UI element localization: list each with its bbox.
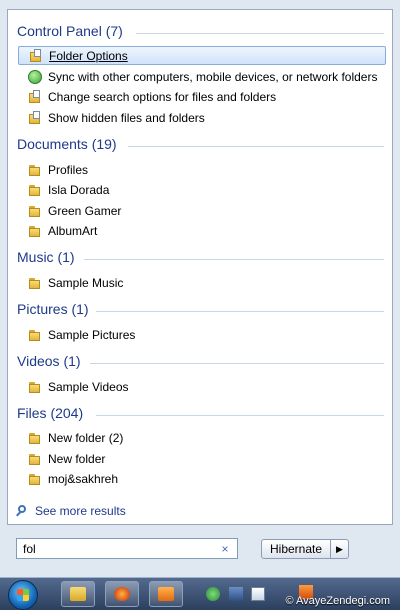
watermark: © AvayeZendegi.com — [285, 595, 390, 607]
folder-icon — [28, 276, 42, 290]
folder-options-icon — [28, 110, 42, 125]
clear-search-icon[interactable]: × — [217, 542, 233, 556]
taskbar: © AvayeZendegi.com — [0, 577, 400, 610]
result-new-folder[interactable]: New folder — [18, 449, 386, 468]
result-label: Sample Videos — [48, 379, 129, 394]
group-header-control-panel[interactable]: Control Panel (7) — [17, 23, 123, 39]
see-more-label: See more results — [35, 504, 126, 518]
folder-icon — [28, 328, 42, 342]
group-header-files[interactable]: Files (204) — [17, 405, 83, 421]
sync-icon — [28, 69, 42, 84]
taskbar-firefox-button[interactable] — [105, 581, 139, 607]
result-label: AlbumArt — [48, 223, 98, 238]
result-folder-options[interactable]: Folder Options — [18, 46, 386, 65]
group-divider — [96, 311, 384, 312]
taskbar-explorer-button[interactable] — [61, 581, 95, 607]
group-divider — [90, 363, 384, 364]
group-header-videos[interactable]: Videos (1) — [17, 353, 81, 369]
result-label: Profiles — [48, 162, 89, 177]
group-header-music[interactable]: Music (1) — [17, 249, 75, 265]
folder-icon — [28, 380, 42, 394]
result-show-hidden-files[interactable]: Show hidden files and folders — [18, 108, 386, 127]
result-label: New folder — [48, 451, 106, 466]
result-isla-dorada[interactable]: Isla Dorada — [18, 180, 386, 199]
result-sync-center[interactable]: Sync with other computers, mobile device… — [18, 67, 386, 86]
notepad-tray-icon[interactable] — [251, 587, 265, 601]
search-results-pane: Control Panel (7) Folder Options Sync wi… — [7, 9, 393, 525]
folder-options-icon — [29, 48, 43, 63]
explorer-icon — [70, 587, 86, 601]
search-box[interactable]: × — [16, 538, 238, 559]
result-sample-pictures[interactable]: Sample Pictures — [18, 325, 386, 344]
result-label: Isla Dorada — [48, 182, 110, 197]
network-sync-tray-icon[interactable] — [206, 587, 220, 601]
result-sample-videos[interactable]: Sample Videos — [18, 377, 386, 396]
result-label: Show hidden files and folders — [48, 110, 205, 125]
folder-options-icon — [28, 89, 42, 104]
result-profiles[interactable]: Profiles — [18, 160, 386, 179]
folder-icon — [28, 204, 42, 218]
folder-icon — [28, 224, 42, 238]
folder-icon — [28, 431, 42, 445]
group-divider — [84, 259, 384, 260]
result-label: moj&sakhreh — [48, 471, 119, 486]
group-divider — [136, 33, 384, 34]
result-moj-sakhreh[interactable]: moj&sakhreh — [18, 469, 386, 488]
result-label: Change search options for files and fold… — [48, 89, 277, 104]
result-label: Folder Options — [49, 48, 128, 63]
start-button[interactable] — [8, 580, 38, 610]
search-input[interactable] — [23, 541, 217, 556]
folder-icon — [28, 452, 42, 466]
group-divider — [128, 146, 384, 147]
result-new-folder-2[interactable]: New folder (2) — [18, 428, 386, 447]
result-label: Sample Pictures — [48, 327, 136, 342]
app-tray-icon[interactable] — [229, 587, 243, 601]
result-label: Sample Music — [48, 275, 124, 290]
folder-icon — [28, 472, 42, 486]
result-change-search-options[interactable]: Change search options for files and fold… — [18, 87, 386, 106]
result-albumart[interactable]: AlbumArt — [18, 221, 386, 240]
result-label: Green Gamer — [48, 203, 122, 218]
firefox-icon — [114, 587, 130, 601]
group-divider — [96, 415, 384, 416]
search-icon — [16, 504, 29, 518]
result-label: Sync with other computers, mobile device… — [48, 69, 378, 84]
taskbar-media-player-button[interactable] — [149, 581, 183, 607]
result-label: New folder (2) — [48, 430, 124, 445]
group-header-pictures[interactable]: Pictures (1) — [17, 301, 89, 317]
start-menu: Control Panel (7) Folder Options Sync wi… — [0, 0, 400, 577]
folder-icon — [28, 163, 42, 177]
folder-icon — [28, 183, 42, 197]
group-header-documents[interactable]: Documents (19) — [17, 136, 117, 152]
media-player-icon — [158, 587, 174, 601]
windows-logo-icon — [17, 589, 29, 601]
power-options-arrow-icon[interactable]: ▶ — [330, 539, 349, 559]
see-more-results-link[interactable]: See more results — [16, 504, 126, 518]
result-sample-music[interactable]: Sample Music — [18, 273, 386, 292]
hibernate-button[interactable]: Hibernate — [261, 539, 331, 559]
result-green-gamer[interactable]: Green Gamer — [18, 201, 386, 220]
